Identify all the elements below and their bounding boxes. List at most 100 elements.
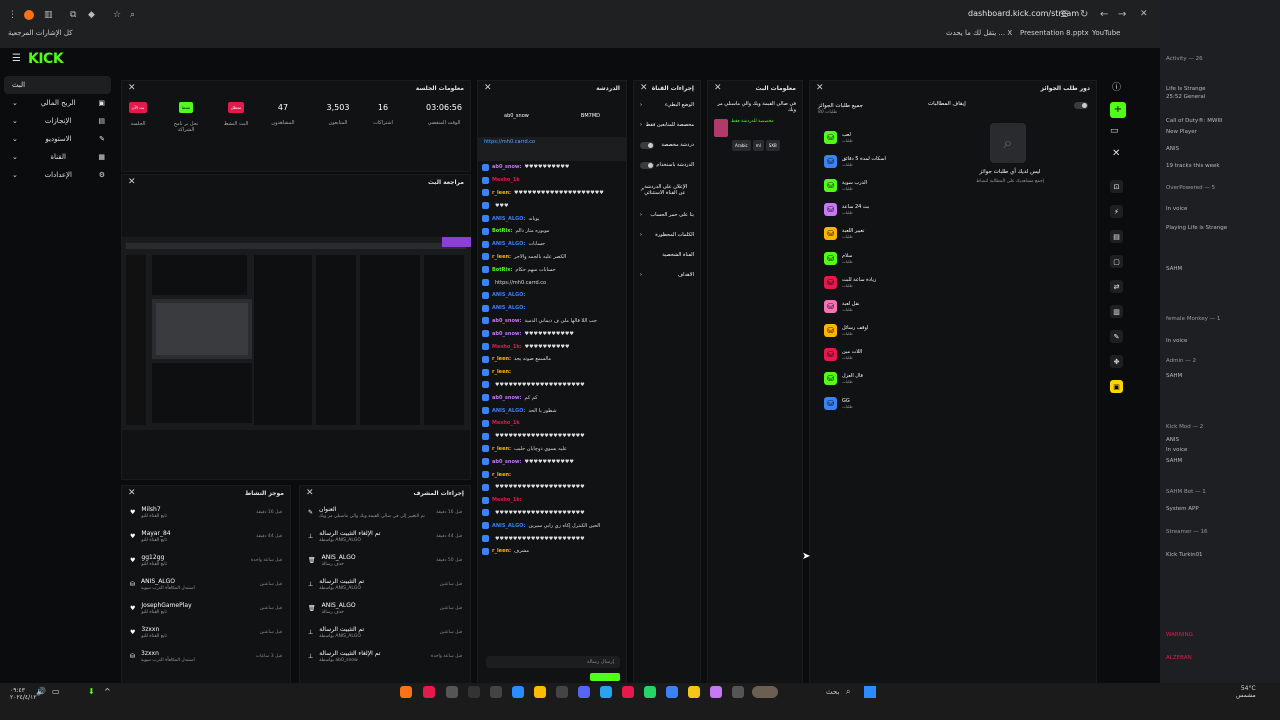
chat-message[interactable]: BotRix: حسابات سهم حكام [478, 263, 626, 276]
pinned-user[interactable]: ab0_snow [504, 113, 529, 119]
discord-member[interactable]: System APP [1166, 506, 1199, 512]
discord-member[interactable]: ANIS [1166, 437, 1179, 443]
bookmark-x[interactable]: يتقل لك ما يحدث ... X [946, 29, 1012, 37]
discord-member[interactable]: OverPowered — 5 [1166, 185, 1215, 191]
chat-username[interactable]: ab0_snow: [492, 395, 522, 401]
toggle[interactable] [640, 161, 654, 169]
reward-item[interactable]: ⛁ اللات مين طلبات [816, 343, 916, 367]
reward-item[interactable]: ⛁ قال العزل طلبات [816, 367, 916, 391]
chat-username[interactable]: ANIS_ALGO: [492, 408, 525, 414]
bookmark-presentation[interactable]: Presentation 8.pptx [1020, 29, 1089, 37]
chat-username[interactable]: r_leen: [492, 190, 511, 196]
pinned-link[interactable]: https://mh0.carrd.co [484, 139, 535, 145]
discord-member[interactable]: Admin — 2 [1166, 358, 1196, 364]
quick-action[interactable]: › الكلمات المحظورة [634, 225, 700, 245]
close-icon[interactable]: ✕ [1140, 9, 1148, 19]
reward-item[interactable]: ⛁ سلام طلبات [816, 246, 916, 270]
sidebar-item-achievements[interactable]: ⌄ الإنجازات ▤ [4, 112, 111, 130]
wrench-icon[interactable]: ✎ [1110, 330, 1123, 343]
chat-username[interactable]: Mesho_1k: [492, 344, 522, 350]
chat-message[interactable]: ♥♥♥♥♥♥♥♥♥♥♥♥♥♥♥♥♥♥♥♥ [478, 430, 626, 443]
chat-message[interactable]: r_leen: ♥♥♥♥♥♥♥♥♥♥♥♥♥♥♥♥♥♥♥♥ [478, 187, 626, 200]
reward-item[interactable]: ⛁ تغيير اللعبة طلبات [816, 222, 916, 246]
quick-action[interactable]: › الوضع البطيء [634, 95, 700, 115]
chat-username[interactable]: Mesho_1k: [492, 497, 522, 503]
clock[interactable]: ٠٩:٤٣ ٢٠٢٤/٤/١٢ [10, 687, 37, 701]
chat-username[interactable]: r_leen: [492, 446, 511, 452]
chat-message[interactable]: ♥♥♥ [478, 199, 626, 212]
app-taskbar-icon[interactable] [423, 686, 435, 698]
chat-message[interactable]: ab0_snow: كم كم [478, 391, 626, 404]
chat-username[interactable]: ANIS_ALGO: [492, 241, 525, 247]
whatsapp-taskbar-icon[interactable] [644, 686, 656, 698]
chat-icon[interactable]: ▢ [1110, 255, 1123, 268]
chat-username[interactable]: ANIS_ALGO: [492, 523, 525, 529]
chat-username[interactable]: r_leen: [492, 369, 511, 375]
puzzle-icon[interactable]: ✥ [1110, 355, 1123, 368]
close-icon[interactable]: ✕ [128, 177, 136, 187]
settings-taskbar-icon[interactable] [446, 686, 458, 698]
close-icon[interactable]: ✕ [640, 83, 648, 93]
discord-member[interactable]: ALZEBAN [1166, 655, 1192, 661]
chat-username[interactable]: ab0_snow: [492, 459, 522, 465]
obs-taskbar-icon[interactable] [468, 686, 480, 698]
chat-send-button[interactable] [590, 673, 620, 681]
quick-action[interactable]: دردشة مخصصة [634, 135, 700, 155]
chat-message[interactable]: ab0_snow: ♥♥♥♥♥♥♥♥♥♥♥ [478, 327, 626, 340]
bookmark-youtube[interactable]: YouTube [1092, 29, 1120, 37]
sidebar-toggle-icon[interactable]: ▥ [44, 10, 53, 20]
discord-member[interactable]: SAHM [1166, 373, 1182, 379]
close-icon[interactable]: ✕ [128, 83, 136, 93]
weather[interactable]: 54°C مشمس [1236, 685, 1256, 699]
reward-item[interactable]: ⛁ نقل لعبة طلبات [816, 294, 916, 318]
zoom-icon[interactable]: ⌕ [130, 10, 135, 20]
sidebar-item-channel[interactable]: ⌄ القناة ▦ [4, 148, 111, 166]
discord-member[interactable]: Call of Duty®: MWIII [1166, 118, 1222, 124]
chat-message[interactable]: ANIS_ALGO: شطور يا الحد [478, 404, 626, 417]
wifi-icon[interactable]: ▭ [52, 687, 60, 696]
youtube-taskbar-icon[interactable] [622, 686, 634, 698]
chat-username[interactable]: BotRix: [492, 228, 512, 234]
tool-icon[interactable]: ⊡ [1110, 180, 1123, 193]
app-taskbar-icon[interactable] [666, 686, 678, 698]
close-icon[interactable]: ✕ [816, 83, 824, 93]
chat-username[interactable]: r_leen: [492, 356, 511, 362]
rewards-all[interactable]: جميع طلبات الجوائز 80 طلبات [818, 103, 863, 115]
discord-member[interactable]: In voice [1166, 447, 1187, 453]
add-panel-icon[interactable]: + [1110, 102, 1126, 118]
wallet-icon[interactable]: ◆ [88, 10, 95, 20]
windows-start-icon[interactable] [864, 686, 876, 698]
chat-message[interactable]: ab0_snow: جب اللا قالها ملي ف ديماني الدم… [478, 315, 626, 328]
chat-username[interactable]: ab0_snow: [492, 164, 522, 170]
toggle[interactable] [640, 141, 654, 149]
reward-item[interactable]: ⛁ اسكات لمدة 5 دقائق طلبات [816, 149, 916, 173]
back-icon[interactable]: ← [1100, 9, 1108, 20]
chat-username[interactable]: ANIS_ALGO: [492, 292, 525, 298]
close-icon[interactable]: ✕ [484, 83, 492, 93]
chat-message[interactable]: ♥♥♥♥♥♥♥♥♥♥♥♥♥♥♥♥♥♥♥♥ [478, 532, 626, 545]
speaker-icon[interactable]: 🔊 [36, 687, 46, 696]
chat-message[interactable]: r_leen: [478, 468, 626, 481]
discord-member[interactable]: In voice [1166, 206, 1187, 212]
close-icon[interactable]: ✕ [714, 83, 722, 93]
chat-username[interactable]: r_leen: [492, 472, 511, 478]
chevron-up-icon[interactable]: ^ [104, 687, 111, 696]
chat-message[interactable]: Mesho_1k: [478, 494, 626, 507]
discord-member[interactable]: New Player [1166, 129, 1197, 135]
kick-logo[interactable]: KICK [28, 51, 64, 67]
category-row[interactable]: مخصصة للدردشة فقط [708, 119, 802, 137]
chat-username[interactable]: r_leen: [492, 254, 511, 260]
chat-message[interactable]: https://mh0.carrd.co [478, 276, 626, 289]
search-icon[interactable]: ⌕ [846, 687, 850, 697]
reward-item[interactable]: ⛁ لعب طلبات [816, 125, 916, 149]
app-taskbar-icon[interactable] [732, 686, 744, 698]
forward-icon[interactable]: → [1118, 9, 1126, 20]
quick-action[interactable]: الدردشة باستخدام [634, 155, 700, 175]
chat-message[interactable]: r_leen: مالسمع صوته يجد [478, 353, 626, 366]
swap-icon[interactable]: ⇄ [1110, 280, 1123, 293]
chat-message[interactable]: Mesho_1k [478, 417, 626, 430]
chat-username[interactable]: ANIS_ALGO: [492, 216, 525, 222]
quick-action[interactable]: الفناة الشخصية [634, 245, 700, 265]
sidebar-item-studio[interactable]: ⌄ الاستوديو ✎ [4, 130, 111, 148]
quick-action[interactable]: › الاهداف [634, 265, 700, 285]
